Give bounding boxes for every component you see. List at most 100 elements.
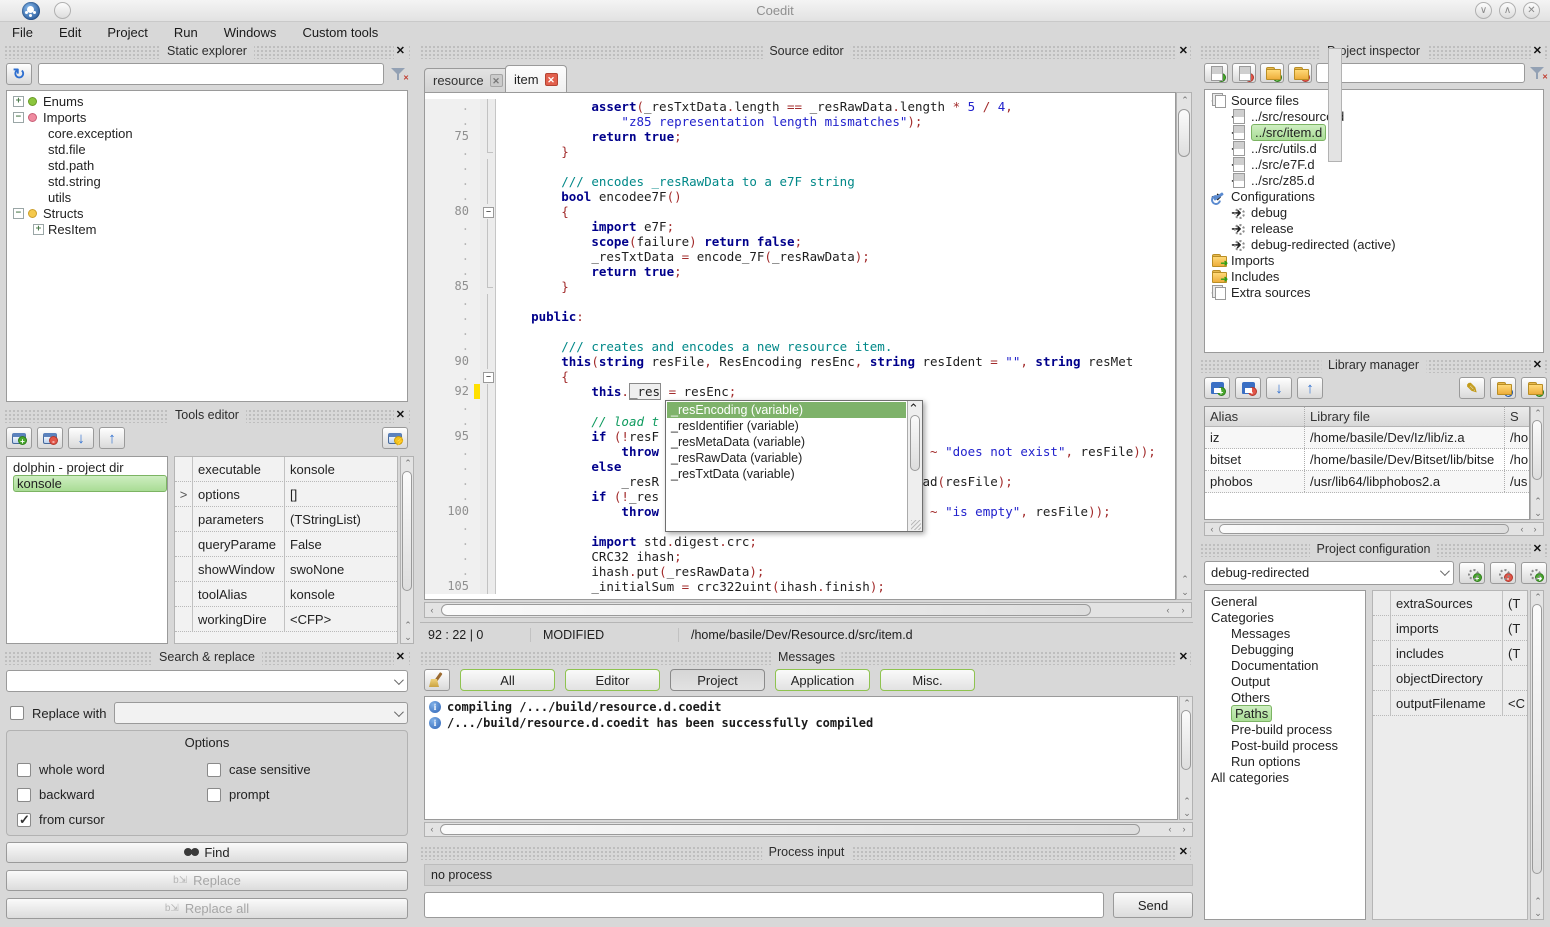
close-panel-icon[interactable]: ✕ bbox=[394, 44, 407, 59]
option-checkbox[interactable] bbox=[207, 788, 221, 802]
search-option[interactable]: case sensitive bbox=[207, 757, 397, 782]
category-item[interactable]: All categories bbox=[1205, 769, 1365, 785]
category-item[interactable]: Output bbox=[1205, 673, 1365, 689]
editor-vscrollbar[interactable]: ⌃ ⌃ ⌄ bbox=[1176, 92, 1192, 600]
property-row[interactable]: executable konsole bbox=[175, 457, 397, 482]
code-line[interactable]: . /// encodes _resRawData to a e7F strin… bbox=[425, 174, 1175, 189]
project-tree-item[interactable]: ➜ Configurations bbox=[1205, 188, 1543, 204]
close-panel-icon[interactable]: ✕ bbox=[1531, 542, 1544, 557]
code-line[interactable]: . bool encodee7F() bbox=[425, 189, 1175, 204]
property-expander[interactable] bbox=[1373, 616, 1391, 640]
search-term-combobox[interactable] bbox=[6, 670, 408, 692]
project-tree-item[interactable]: ➜ release bbox=[1205, 220, 1543, 236]
library-hscrollbar[interactable]: ‹ ‹ › bbox=[1204, 522, 1544, 536]
code-line[interactable]: . /// creates and encodes a new resource… bbox=[425, 339, 1175, 354]
property-expander[interactable] bbox=[175, 607, 193, 631]
tool-list-item[interactable]: dolphin - project dir bbox=[7, 459, 167, 475]
find-button[interactable]: Find bbox=[6, 842, 408, 863]
replace-with-checkbox[interactable] bbox=[10, 706, 24, 720]
code-line[interactable]: 105 _initialSum = crc322uint(ihash.finis… bbox=[425, 579, 1175, 594]
clear-messages-button[interactable] bbox=[424, 669, 450, 691]
column-library-file[interactable]: Library file bbox=[1305, 407, 1505, 426]
property-expander[interactable] bbox=[175, 557, 193, 581]
message-filter-button[interactable]: Application bbox=[775, 669, 870, 691]
inspector-filter-input[interactable] bbox=[1316, 63, 1525, 83]
fold-gutter[interactable] bbox=[480, 369, 496, 384]
menu-item[interactable]: Windows bbox=[224, 25, 277, 40]
completion-item[interactable]: _resEncoding (variable) bbox=[667, 402, 906, 418]
category-item[interactable]: Run options bbox=[1205, 753, 1365, 769]
shade-button[interactable]: ∨ bbox=[1475, 2, 1492, 19]
code-line[interactable]: 75 return true; bbox=[425, 129, 1175, 144]
completion-item[interactable]: _resIdentifier (variable) bbox=[667, 418, 906, 434]
add-folder-button[interactable]: + bbox=[1260, 63, 1284, 83]
code-line[interactable]: . bbox=[425, 159, 1175, 174]
replace-all-button[interactable]: b⇲ Replace all bbox=[6, 898, 408, 919]
send-button[interactable]: Send bbox=[1113, 892, 1193, 918]
resize-grip[interactable] bbox=[911, 520, 921, 530]
expander-icon[interactable] bbox=[13, 112, 24, 123]
tab-resource[interactable]: resource ✕ bbox=[424, 68, 512, 92]
property-expander[interactable] bbox=[175, 582, 193, 606]
property-expander[interactable] bbox=[1373, 691, 1391, 715]
close-panel-icon[interactable]: ✕ bbox=[394, 408, 407, 423]
close-panel-icon[interactable]: ✕ bbox=[1177, 650, 1190, 665]
replace-term-combobox[interactable] bbox=[114, 702, 408, 724]
project-tree-item[interactable]: ➜ ../src/item.d bbox=[1205, 124, 1543, 140]
project-tree-item[interactable]: ➜ Extra sources bbox=[1205, 284, 1543, 300]
property-value[interactable]: konsole bbox=[285, 582, 397, 606]
search-option[interactable]: backward bbox=[17, 782, 207, 807]
close-panel-icon[interactable]: ✕ bbox=[1177, 44, 1190, 59]
property-row[interactable]: queryParame False bbox=[175, 532, 397, 557]
search-option[interactable]: from cursor bbox=[17, 807, 207, 832]
close-panel-icon[interactable]: ✕ bbox=[1531, 358, 1544, 373]
menu-item[interactable]: Run bbox=[174, 25, 198, 40]
option-checkbox[interactable] bbox=[17, 813, 31, 827]
property-row[interactable]: imports (T bbox=[1373, 616, 1527, 641]
property-row[interactable]: workingDire <CFP> bbox=[175, 607, 397, 632]
library-row[interactable]: bitset /home/basile/Dev/Bitset/lib/bitse… bbox=[1205, 449, 1529, 471]
library-row[interactable]: iz /home/basile/Dev/Iz/lib/iz.a /ho bbox=[1205, 427, 1529, 449]
property-expander[interactable] bbox=[175, 532, 193, 556]
property-row[interactable]: includes (T bbox=[1373, 641, 1527, 666]
search-option[interactable]: prompt bbox=[207, 782, 397, 807]
project-tree-item[interactable]: ➜ debug bbox=[1205, 204, 1543, 220]
property-expander[interactable] bbox=[1373, 591, 1391, 615]
category-item[interactable]: Categories bbox=[1205, 609, 1365, 625]
symbol-tree-item[interactable]: utils bbox=[7, 189, 407, 205]
column-alias[interactable]: Alias bbox=[1205, 407, 1305, 426]
property-expander[interactable] bbox=[1373, 641, 1391, 665]
property-row[interactable]: parameters (TStringList) bbox=[175, 507, 397, 532]
completion-item[interactable]: _resTxtData (variable) bbox=[667, 466, 906, 482]
category-item[interactable]: Others bbox=[1205, 689, 1365, 705]
category-item[interactable]: Debugging bbox=[1205, 641, 1365, 657]
message-filter-button[interactable]: Misc. bbox=[880, 669, 975, 691]
menu-item[interactable]: Project bbox=[107, 25, 147, 40]
tool-list-item[interactable]: konsole bbox=[7, 475, 167, 491]
property-value[interactable]: (TStringList) bbox=[285, 507, 397, 531]
completion-scrollbar[interactable]: ⌃ ⌃ ⌄ bbox=[907, 401, 922, 531]
message-filter-button[interactable]: All bbox=[460, 669, 555, 691]
property-value[interactable]: False bbox=[285, 532, 397, 556]
option-checkbox[interactable] bbox=[17, 788, 31, 802]
library-from-project-button[interactable]: ↻ bbox=[1490, 377, 1516, 399]
message-row[interactable]: i compiling /.../build/resource.d.coedit bbox=[429, 699, 1177, 715]
expander-icon[interactable] bbox=[13, 96, 24, 107]
code-line[interactable]: . bbox=[425, 324, 1175, 339]
code-line[interactable]: . } bbox=[425, 144, 1175, 159]
fold-gutter[interactable] bbox=[480, 204, 496, 219]
property-expander[interactable]: > bbox=[175, 482, 193, 506]
edit-library-button[interactable]: ✎ bbox=[1459, 377, 1485, 399]
symbol-tree-item[interactable]: std.string bbox=[7, 173, 407, 189]
messages-vscrollbar[interactable]: ⌃ ⌃ ⌄ bbox=[1179, 696, 1193, 820]
project-tree-item[interactable]: ➜ ../src/z85.d bbox=[1205, 172, 1543, 188]
project-tree-item[interactable]: ➜ debug-redirected (active) bbox=[1205, 236, 1543, 252]
option-checkbox[interactable] bbox=[207, 763, 221, 777]
menu-item[interactable]: Edit bbox=[59, 25, 81, 40]
code-line[interactable]: . CRC32 ihash; bbox=[425, 549, 1175, 564]
category-item[interactable]: General bbox=[1205, 593, 1365, 609]
tab-close-icon[interactable]: ✕ bbox=[490, 74, 503, 87]
property-row[interactable]: toolAlias konsole bbox=[175, 582, 397, 607]
completion-item[interactable]: _resMetaData (variable) bbox=[667, 434, 906, 450]
code-line[interactable]: 85 } bbox=[425, 279, 1175, 294]
